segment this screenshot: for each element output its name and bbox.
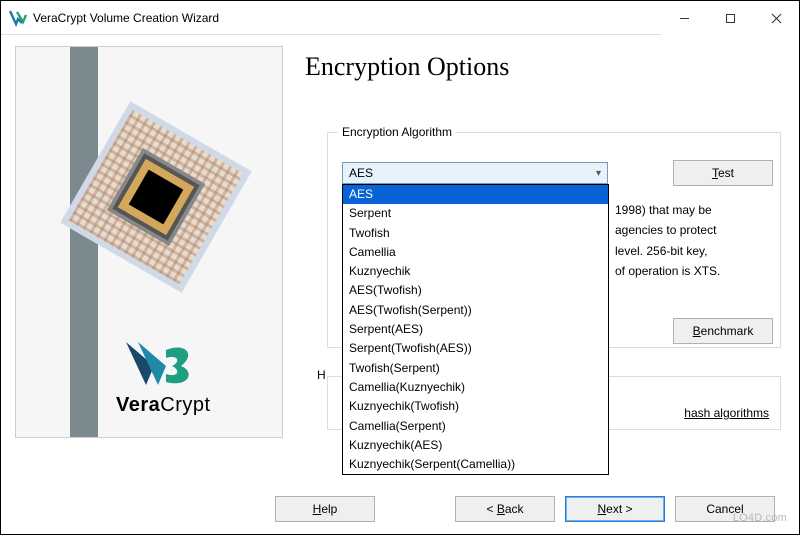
algorithm-option[interactable]: Kuznyechik(AES) (343, 436, 608, 455)
next-button[interactable]: Next > (565, 496, 665, 522)
chevron-down-icon: ▾ (596, 168, 601, 179)
algorithm-option[interactable]: Kuznyechik(Serpent(Camellia)) (343, 455, 608, 474)
help-button[interactable]: Help (275, 496, 375, 522)
encryption-selected-value: AES (349, 166, 373, 180)
algorithm-option[interactable]: AES(Twofish(Serpent)) (343, 301, 608, 320)
algorithm-option[interactable]: AES (343, 185, 608, 204)
algorithm-option[interactable]: Serpent (343, 204, 608, 223)
algorithm-option[interactable]: Twofish(Serpent) (343, 359, 608, 378)
titlebar: VeraCrypt Volume Creation Wizard (1, 1, 799, 35)
algorithm-option[interactable]: Kuznyechik(Twofish) (343, 397, 608, 416)
algorithm-description: 1998) that may be agencies to protect le… (615, 200, 783, 282)
page-title: Encryption Options (305, 52, 785, 82)
encryption-algorithm-select[interactable]: AES ▾ (342, 162, 608, 184)
algorithm-option[interactable]: Camellia(Serpent) (343, 417, 608, 436)
hash-label-fragment: H (317, 368, 326, 382)
hash-algorithms-link[interactable]: hash algorithms (684, 406, 769, 420)
minimize-button[interactable] (661, 1, 707, 35)
algorithm-option[interactable]: Serpent(AES) (343, 320, 608, 339)
algorithm-option[interactable]: AES(Twofish) (343, 281, 608, 300)
algorithm-option[interactable]: Twofish (343, 224, 608, 243)
algorithm-option[interactable]: Kuznyechik (343, 262, 608, 281)
watermark: LO4D.com (733, 512, 787, 524)
algorithm-option[interactable]: Serpent(Twofish(AES)) (343, 339, 608, 358)
encryption-algorithm-dropdown[interactable]: AESSerpentTwofishCamelliaKuznyechikAES(T… (342, 184, 609, 475)
benchmark-button[interactable]: Benchmark (673, 318, 773, 344)
back-button[interactable]: < Back (455, 496, 555, 522)
maximize-button[interactable] (707, 1, 753, 35)
encryption-group-label: Encryption Algorithm (338, 125, 456, 139)
veracrypt-logo: VeraCrypt (116, 340, 211, 417)
test-button[interactable]: Test (673, 160, 773, 186)
app-icon (9, 9, 27, 27)
close-button[interactable] (753, 1, 799, 35)
algorithm-option[interactable]: Camellia (343, 243, 608, 262)
algorithm-option[interactable]: Camellia(Kuznyechik) (343, 378, 608, 397)
window-title: VeraCrypt Volume Creation Wizard (33, 11, 219, 25)
wizard-banner: VeraCrypt (15, 46, 283, 438)
